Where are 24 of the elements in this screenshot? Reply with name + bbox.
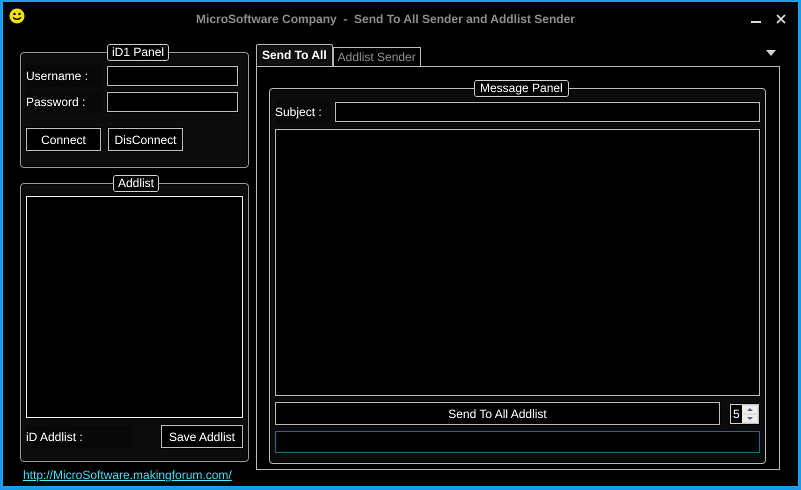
dropdown-icon[interactable] bbox=[766, 50, 776, 56]
disconnect-button[interactable]: DisConnect bbox=[108, 128, 183, 151]
field-label: Username : bbox=[26, 65, 101, 87]
input-field[interactable] bbox=[107, 66, 238, 86]
number-spinner[interactable]: 5 bbox=[730, 404, 759, 424]
window-title: MicroSoftware Company - Send To All Sender and Addlist Sender bbox=[196, 10, 575, 28]
input-field[interactable] bbox=[107, 92, 238, 112]
panel-title: Addlist bbox=[113, 175, 160, 192]
field-label: Subject : bbox=[275, 101, 330, 123]
spinner-value: 5 bbox=[732, 406, 741, 422]
subject-field[interactable] bbox=[335, 102, 760, 122]
save-button[interactable]: Save Addlist bbox=[160, 425, 243, 448]
close-icon[interactable] bbox=[776, 14, 786, 24]
website-link[interactable]: http://MicroSoftware.makingforum.com/ bbox=[23, 466, 256, 484]
field-label: Password : bbox=[26, 91, 101, 113]
send-button[interactable]: Send To All Addlist bbox=[275, 402, 720, 425]
spinner-arrows-icon[interactable] bbox=[742, 404, 758, 422]
panel-title: Message Panel bbox=[474, 80, 569, 97]
connect-button[interactable]: Connect bbox=[26, 128, 101, 151]
panel-title: iD1 Panel bbox=[107, 44, 170, 61]
field-label: iD Addlist : bbox=[26, 426, 132, 448]
smiley-icon bbox=[9, 8, 25, 24]
tab[interactable]: Send To All bbox=[256, 44, 333, 66]
tab[interactable]: Addlist Sender bbox=[332, 47, 421, 66]
